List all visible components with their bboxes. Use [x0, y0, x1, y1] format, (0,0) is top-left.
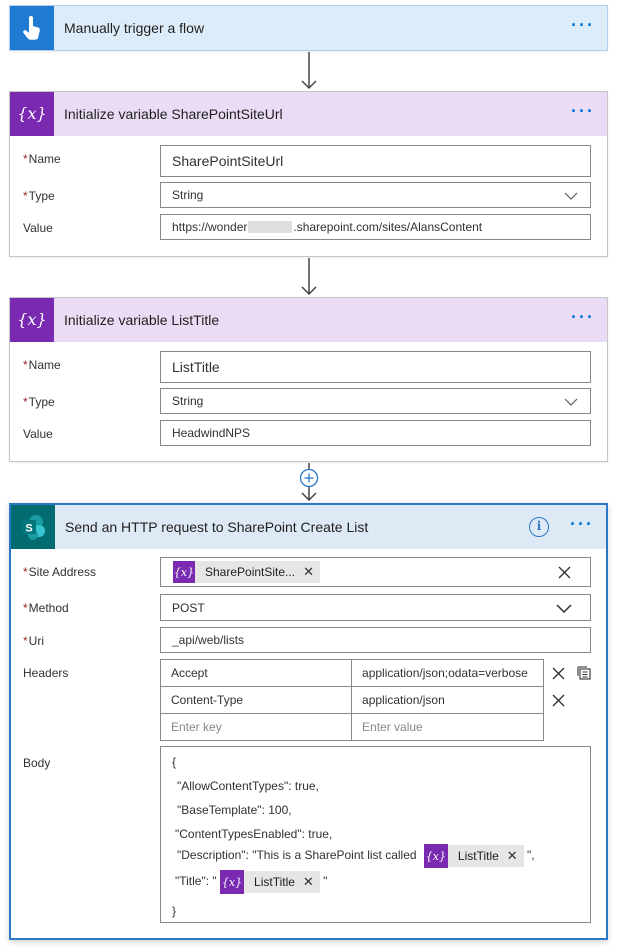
init-variable-siteurl-card[interactable]: {x} Initialize variable SharePointSiteUr… — [9, 91, 608, 257]
variable-siteurl-title: Initialize variable SharePointSiteUrl — [64, 106, 283, 122]
name-label: *Name — [23, 358, 61, 372]
table-row: Content-Type application/json — [159, 686, 544, 714]
header-key-field[interactable]: Accept — [159, 659, 353, 687]
type-label: *Type — [23, 395, 55, 409]
body-text: " — [323, 874, 328, 889]
listtitle-token[interactable]: {x} ListTitle ✕ — [423, 844, 524, 868]
variable-icon: {x} — [220, 870, 245, 894]
token-label: ListTitle — [457, 849, 499, 863]
site-address-label: *Site Address — [23, 565, 97, 579]
type-select[interactable]: String — [160, 182, 591, 208]
add-step-button[interactable] — [299, 468, 319, 488]
chevron-down-icon[interactable] — [556, 603, 572, 613]
body-line: "Description": "This is a SharePoint lis… — [177, 844, 535, 868]
hand-touch-icon — [10, 6, 54, 50]
delete-row-icon[interactable] — [552, 667, 565, 680]
value-label: Value — [23, 427, 53, 441]
variable-listtitle-title: Initialize variable ListTitle — [64, 312, 220, 328]
body-line: "ContentTypesEnabled": true, — [175, 827, 333, 841]
headers-label: Headers — [23, 666, 69, 680]
site-address-token[interactable]: {x} SharePointSite... ✕ — [173, 561, 320, 583]
variable-icon: {x} — [173, 561, 195, 583]
method-value: POST — [172, 600, 205, 615]
variable-icon: {x} — [10, 92, 54, 136]
trigger-card[interactable]: Manually trigger a flow ··· — [9, 5, 608, 51]
headers-table: Accept application/json;odata=verbose Co… — [159, 659, 544, 741]
value-prefix: https://wonder — [172, 220, 248, 234]
header-value-field[interactable]: application/json;odata=verbose — [351, 659, 544, 687]
variable-listtitle-more-button[interactable]: ··· — [571, 308, 595, 326]
remove-token-icon[interactable]: ✕ — [507, 848, 518, 864]
init-variable-listtitle-card[interactable]: {x} Initialize variable ListTitle ··· *N… — [9, 297, 608, 462]
trigger-title: Manually trigger a flow — [64, 20, 205, 36]
svg-text:{x}: {x} — [17, 310, 46, 329]
uri-label: *Uri — [23, 634, 44, 648]
trigger-header[interactable]: Manually trigger a flow ··· — [10, 6, 607, 50]
remove-token-icon[interactable]: ✕ — [303, 564, 314, 580]
body-editor[interactable]: { "AllowContentTypes": true, "BaseTempla… — [160, 746, 591, 923]
delete-row-icon[interactable] — [552, 694, 565, 707]
site-address-field[interactable]: {x} SharePointSite... ✕ — [160, 557, 591, 587]
value-value: HeadwindNPS — [172, 426, 251, 440]
value-field[interactable]: https://wonder .sharepoint.com/sites/Alan… — [160, 214, 591, 240]
type-label: *Type — [23, 189, 55, 203]
info-icon[interactable]: i — [529, 517, 549, 537]
token-label: SharePointSite... — [205, 565, 296, 579]
listtitle-token[interactable]: {x} ListTitle ✕ — [220, 870, 320, 894]
body-line: } — [172, 904, 177, 918]
table-row: Enter key Enter value — [159, 713, 544, 741]
name-field[interactable]: SharePointSiteUrl — [160, 145, 591, 177]
variable-listtitle-header[interactable]: {x} Initialize variable ListTitle ··· — [10, 298, 607, 342]
body-label: Body — [23, 756, 51, 770]
token-label: ListTitle — [254, 875, 295, 889]
uri-field[interactable]: _api/web/lists — [160, 627, 591, 653]
variable-icon: {x} — [423, 844, 448, 868]
type-value: String — [172, 394, 204, 408]
chevron-down-icon[interactable] — [564, 397, 578, 407]
http-more-button[interactable]: ··· — [570, 515, 594, 533]
connector-arrow — [301, 258, 317, 296]
http-request-title: Send an HTTP request to SharePoint Creat… — [65, 519, 369, 535]
value-field[interactable]: HeadwindNPS — [160, 420, 591, 446]
body-line: "Title": " {x} ListTitle ✕ " — [175, 870, 328, 894]
trigger-more-button[interactable]: ··· — [571, 16, 595, 34]
switch-to-text-icon[interactable] — [576, 665, 592, 681]
header-key-input[interactable]: Enter key — [159, 713, 353, 741]
name-value: ListTitle — [172, 359, 220, 375]
variable-icon: {x} — [10, 298, 54, 342]
name-field[interactable]: ListTitle — [160, 351, 591, 383]
variable-siteurl-more-button[interactable]: ··· — [571, 102, 595, 120]
method-label: *Method — [23, 601, 69, 615]
body-line: { — [172, 755, 177, 769]
clear-icon[interactable] — [558, 566, 571, 579]
header-value-field[interactable]: application/json — [351, 686, 544, 714]
remove-token-icon[interactable]: ✕ — [303, 874, 314, 890]
name-label: *Name — [23, 152, 61, 166]
redacted-area — [248, 221, 293, 233]
uri-value: _api/web/lists — [172, 633, 245, 647]
value-label: Value — [23, 221, 53, 235]
name-value: SharePointSiteUrl — [172, 153, 284, 169]
table-row: Accept application/json;odata=verbose — [159, 659, 544, 687]
chevron-down-icon[interactable] — [564, 191, 578, 201]
body-text: "Title": " — [175, 874, 217, 889]
type-value: String — [172, 188, 204, 202]
method-select[interactable]: POST — [160, 594, 591, 621]
http-request-header[interactable]: S Send an HTTP request to SharePoint Cre… — [11, 505, 606, 549]
type-select[interactable]: String — [160, 388, 591, 414]
value-suffix: .sharepoint.com/sites/AlansContent — [293, 220, 483, 234]
header-key-field[interactable]: Content-Type — [159, 686, 353, 714]
connector-arrow — [301, 52, 317, 90]
svg-text:{x}: {x} — [17, 104, 46, 123]
body-line: "BaseTemplate": 100, — [177, 803, 292, 817]
variable-siteurl-header[interactable]: {x} Initialize variable SharePointSiteUr… — [10, 92, 607, 136]
body-line: "AllowContentTypes": true, — [177, 779, 319, 793]
header-value-input[interactable]: Enter value — [351, 713, 544, 741]
body-text: ", — [527, 848, 535, 863]
svg-text:S: S — [25, 523, 32, 535]
sharepoint-icon: S — [11, 505, 55, 549]
http-request-card[interactable]: S Send an HTTP request to SharePoint Cre… — [9, 503, 608, 940]
body-text: "Description": "This is a SharePoint lis… — [177, 848, 417, 863]
